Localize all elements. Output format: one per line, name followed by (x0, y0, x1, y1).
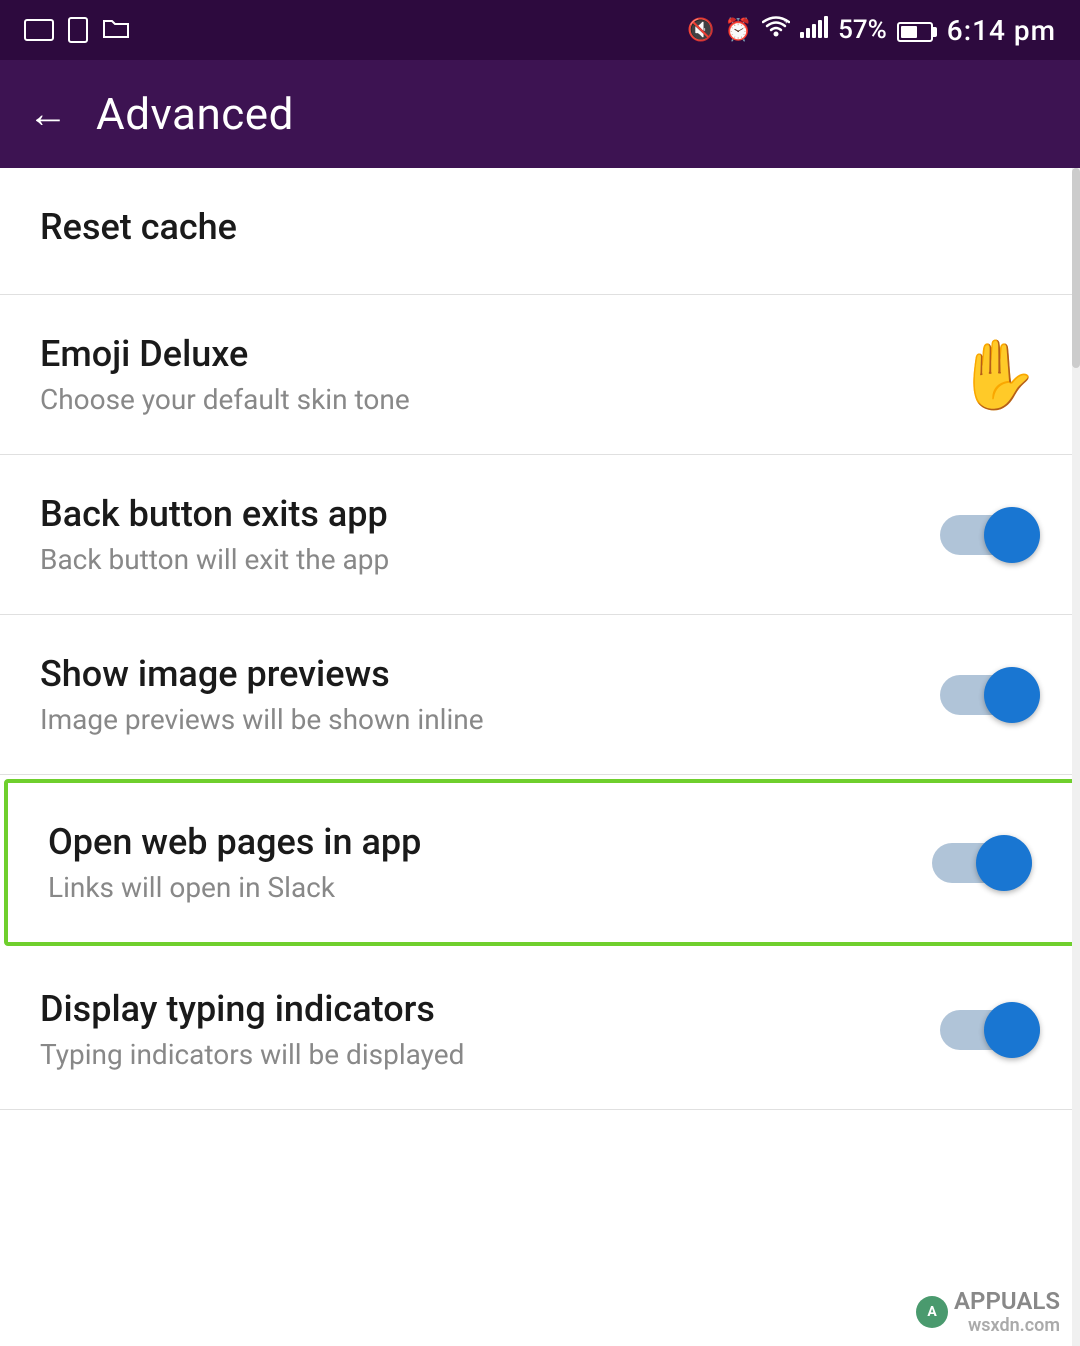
settings-item-back-text: Back button exits app Back button will e… (40, 493, 920, 576)
settings-item-emoji-text: Emoji Deluxe Choose your default skin to… (40, 333, 935, 416)
settings-item-reset-cache-text: Reset cache (40, 206, 1040, 256)
toolbar: ← Advanced (0, 60, 1080, 168)
scrollbar[interactable] (1072, 168, 1080, 1346)
toggle-thumb (984, 507, 1040, 563)
alarm-icon: ⏰ (725, 18, 752, 43)
open-web-pages-subtitle: Links will open in Slack (48, 871, 912, 904)
settings-item-image-text: Show image previews Image previews will … (40, 653, 920, 736)
open-web-pages-toggle[interactable] (932, 835, 1032, 891)
settings-item-back-button[interactable]: Back button exits app Back button will e… (0, 455, 1080, 615)
settings-item-image-previews[interactable]: Show image previews Image previews will … (0, 615, 1080, 775)
wifi-icon: + (762, 16, 790, 44)
mute-icon: 🔇 (687, 18, 714, 43)
toggle-thumb (984, 667, 1040, 723)
open-web-pages-toggle-container[interactable] (932, 835, 1032, 891)
watermark-text: APPUALS wsxdn.com (954, 1287, 1060, 1336)
back-button-toggle[interactable] (940, 507, 1040, 563)
image-previews-toggle-container[interactable] (940, 667, 1040, 723)
display-typing-title: Display typing indicators (40, 988, 920, 1030)
status-bar: 🔇 ⏰ + 57% (0, 0, 1080, 60)
folder-icon (102, 17, 130, 43)
watermark-logo: A (916, 1296, 948, 1328)
settings-item-reset-cache[interactable]: Reset cache (0, 168, 1080, 295)
settings-item-typing-indicators[interactable]: Display typing indicators Typing indicat… (0, 950, 1080, 1110)
emoji-deluxe-subtitle: Choose your default skin tone (40, 383, 935, 416)
show-image-previews-subtitle: Image previews will be shown inline (40, 703, 920, 736)
battery-percent: 57% (838, 15, 887, 45)
status-bar-right-icons: 🔇 ⏰ + 57% (687, 14, 1056, 47)
open-web-pages-title: Open web pages in app (48, 821, 912, 863)
back-button-exits-title: Back button exits app (40, 493, 920, 535)
device-icon (68, 17, 88, 43)
emoji-hand-icon: ✋ (955, 341, 1040, 409)
emoji-hand-container: ✋ (955, 341, 1040, 409)
back-button[interactable]: ← (28, 94, 68, 134)
emoji-deluxe-title: Emoji Deluxe (40, 333, 935, 375)
settings-item-typing-text: Display typing indicators Typing indicat… (40, 988, 920, 1071)
page-title: Advanced (96, 88, 294, 140)
back-button-toggle-container[interactable] (940, 507, 1040, 563)
status-bar-left-icons (24, 17, 130, 43)
scrollbar-thumb (1072, 168, 1080, 368)
status-time: 6:14 pm (947, 14, 1056, 47)
settings-item-web-text: Open web pages in app Links will open in… (48, 821, 912, 904)
settings-item-open-web-pages[interactable]: Open web pages in app Links will open in… (4, 779, 1076, 946)
settings-content: Reset cache Emoji Deluxe Choose your def… (0, 168, 1080, 1346)
display-typing-subtitle: Typing indicators will be displayed (40, 1038, 920, 1071)
settings-item-emoji-deluxe[interactable]: Emoji Deluxe Choose your default skin to… (0, 295, 1080, 455)
screen-icon (24, 19, 54, 41)
reset-cache-title: Reset cache (40, 206, 1040, 248)
battery-icon (897, 15, 937, 45)
signal-icon (800, 15, 828, 45)
back-button-exits-subtitle: Back button will exit the app (40, 543, 920, 576)
watermark: A APPUALS wsxdn.com (916, 1287, 1060, 1336)
toggle-thumb (984, 1002, 1040, 1058)
toggle-thumb (976, 835, 1032, 891)
image-previews-toggle[interactable] (940, 667, 1040, 723)
svg-text:+: + (784, 17, 789, 26)
typing-toggle-container[interactable] (940, 1002, 1040, 1058)
show-image-previews-title: Show image previews (40, 653, 920, 695)
typing-toggle[interactable] (940, 1002, 1040, 1058)
